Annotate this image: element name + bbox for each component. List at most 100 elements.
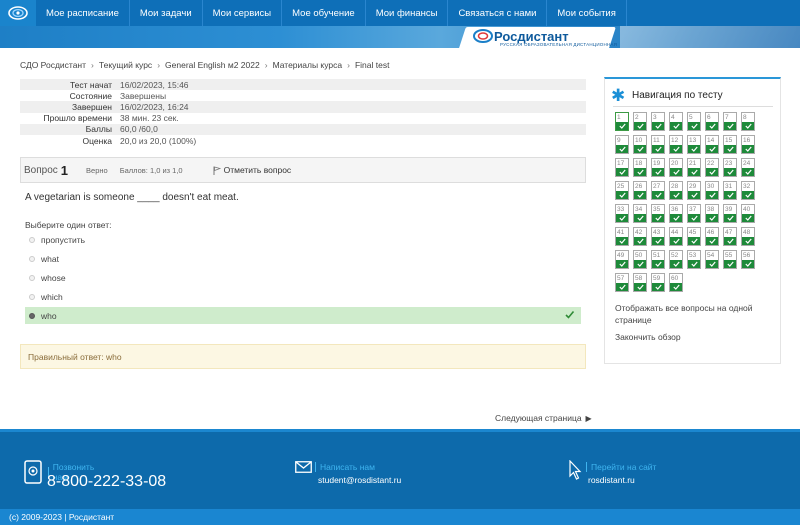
question-nav-button[interactable]: 47 — [723, 227, 737, 246]
question-nav-button[interactable]: 7 — [723, 112, 737, 131]
question-nav-button[interactable]: 33 — [615, 204, 629, 223]
question-nav-button[interactable]: 15 — [723, 135, 737, 154]
breadcrumb-materials[interactable]: Материалы курса — [273, 60, 343, 70]
nav-my-learning[interactable]: Мое обучение — [282, 0, 366, 26]
brand-subtitle: РУССКАЯ ОБРАЗОВАТЕЛЬНАЯ ДИСТАНЦИОННАЯ — [500, 42, 618, 47]
radio-button[interactable] — [29, 236, 35, 243]
question-nav-button[interactable]: 6 — [705, 112, 719, 131]
radio-button[interactable] — [29, 274, 35, 281]
question-nav-button[interactable]: 27 — [651, 181, 665, 200]
question-nav-button[interactable]: 2 — [633, 112, 647, 131]
answer-option[interactable]: пропустить — [25, 231, 581, 248]
question-nav-button[interactable]: 3 — [651, 112, 665, 131]
question-nav-button[interactable]: 54 — [705, 250, 719, 269]
nav-my-tasks[interactable]: Мои задачи — [130, 0, 203, 26]
flag-question-button[interactable]: Отметить вопрос — [213, 165, 291, 175]
summary-label: Баллы — [85, 124, 112, 135]
question-nav-button[interactable]: 26 — [633, 181, 647, 200]
question-nav-button[interactable]: 39 — [723, 204, 737, 223]
radio-button-selected[interactable] — [29, 312, 35, 319]
question-nav-button[interactable]: 12 — [669, 135, 683, 154]
question-nav-button[interactable]: 23 — [723, 158, 737, 177]
nav-my-services[interactable]: Мои сервисы — [203, 0, 283, 26]
question-nav-button[interactable]: 52 — [669, 250, 683, 269]
next-page-link[interactable]: Следующая страница ▶ — [495, 413, 592, 423]
question-nav-button[interactable]: 29 — [687, 181, 701, 200]
question-nav-button[interactable]: 56 — [741, 250, 755, 269]
question-nav-button[interactable]: 8 — [741, 112, 755, 131]
question-nav-button[interactable]: 16 — [741, 135, 755, 154]
question-nav-button[interactable]: 49 — [615, 250, 629, 269]
breadcrumb-home[interactable]: СДО Росдистант — [20, 60, 86, 70]
question-nav-button[interactable]: 1 — [615, 112, 629, 131]
question-nav-button[interactable]: 32 — [741, 181, 755, 200]
question-nav-button[interactable]: 34 — [633, 204, 647, 223]
nav-my-events[interactable]: Мои события — [547, 0, 627, 26]
question-nav-button[interactable]: 9 — [615, 135, 629, 154]
question-nav-button[interactable]: 35 — [651, 204, 665, 223]
home-logo[interactable] — [0, 0, 36, 26]
question-nav-button[interactable]: 31 — [723, 181, 737, 200]
question-nav-button[interactable]: 38 — [705, 204, 719, 223]
question-nav-button[interactable]: 48 — [741, 227, 755, 246]
question-nav-button[interactable]: 53 — [687, 250, 701, 269]
question-nav-button[interactable]: 25 — [615, 181, 629, 200]
answer-option-correct[interactable]: who — [25, 307, 581, 324]
summary-label: Завершен — [72, 101, 112, 112]
question-nav-button[interactable]: 10 — [633, 135, 647, 154]
question-nav-button[interactable]: 40 — [741, 204, 755, 223]
correct-check-icon — [742, 122, 754, 130]
question-nav-button[interactable]: 51 — [651, 250, 665, 269]
question-nav-button[interactable]: 50 — [633, 250, 647, 269]
finish-review-link[interactable]: Закончить обзор — [615, 332, 681, 342]
question-nav-button[interactable]: 5 — [687, 112, 701, 131]
question-nav-button[interactable]: 36 — [669, 204, 683, 223]
correct-check-icon — [742, 214, 754, 222]
breadcrumb-final-test[interactable]: Final test — [355, 60, 390, 70]
question-nav-button[interactable]: 46 — [705, 227, 719, 246]
phone-number[interactable]: 8-800-222-33-08 — [47, 473, 166, 491]
footer-mail-title[interactable]: Написать нам — [315, 462, 375, 472]
question-nav-button[interactable]: 28 — [669, 181, 683, 200]
breadcrumb-current-course[interactable]: Текущий курс — [99, 60, 152, 70]
question-nav-button[interactable]: 19 — [651, 158, 665, 177]
question-nav-button[interactable]: 57 — [615, 273, 629, 292]
answer-option[interactable]: which — [25, 288, 581, 305]
question-nav-button[interactable]: 22 — [705, 158, 719, 177]
question-nav-button[interactable]: 55 — [723, 250, 737, 269]
question-nav-button[interactable]: 58 — [633, 273, 647, 292]
email-address[interactable]: student@rosdistant.ru — [318, 475, 401, 485]
question-nav-button[interactable]: 21 — [687, 158, 701, 177]
question-nav-number: 43 — [653, 229, 661, 236]
question-nav-button[interactable]: 14 — [705, 135, 719, 154]
question-nav-button[interactable]: 4 — [669, 112, 683, 131]
question-nav-button[interactable]: 42 — [633, 227, 647, 246]
nav-contact-us[interactable]: Связаться с нами — [448, 0, 548, 26]
radio-button[interactable] — [29, 293, 35, 300]
question-nav-button[interactable]: 30 — [705, 181, 719, 200]
question-nav-button[interactable]: 17 — [615, 158, 629, 177]
question-nav-button[interactable]: 18 — [633, 158, 647, 177]
question-nav-number: 12 — [671, 137, 679, 144]
question-nav-button[interactable]: 43 — [651, 227, 665, 246]
question-state: Верно — [86, 165, 108, 175]
site-address[interactable]: rosdistant.ru — [588, 475, 635, 485]
show-all-questions-link[interactable]: Отображать все вопросы на одной странице — [615, 302, 765, 326]
question-nav-button[interactable]: 45 — [687, 227, 701, 246]
question-nav-button[interactable]: 60 — [669, 273, 683, 292]
question-nav-button[interactable]: 20 — [669, 158, 683, 177]
question-nav-button[interactable]: 41 — [615, 227, 629, 246]
question-nav-button[interactable]: 11 — [651, 135, 665, 154]
answer-option[interactable]: what — [25, 250, 581, 267]
question-nav-button[interactable]: 24 — [741, 158, 755, 177]
footer-site-title[interactable]: Перейти на сайт — [586, 462, 656, 472]
question-nav-button[interactable]: 13 — [687, 135, 701, 154]
question-nav-button[interactable]: 59 — [651, 273, 665, 292]
question-nav-button[interactable]: 44 — [669, 227, 683, 246]
breadcrumb-course[interactable]: General English м2 2022 — [165, 60, 260, 70]
radio-button[interactable] — [29, 255, 35, 262]
answer-option[interactable]: whose — [25, 269, 581, 286]
nav-my-finances[interactable]: Мои финансы — [366, 0, 449, 26]
question-nav-button[interactable]: 37 — [687, 204, 701, 223]
nav-my-schedule[interactable]: Мое расписание — [36, 0, 130, 26]
